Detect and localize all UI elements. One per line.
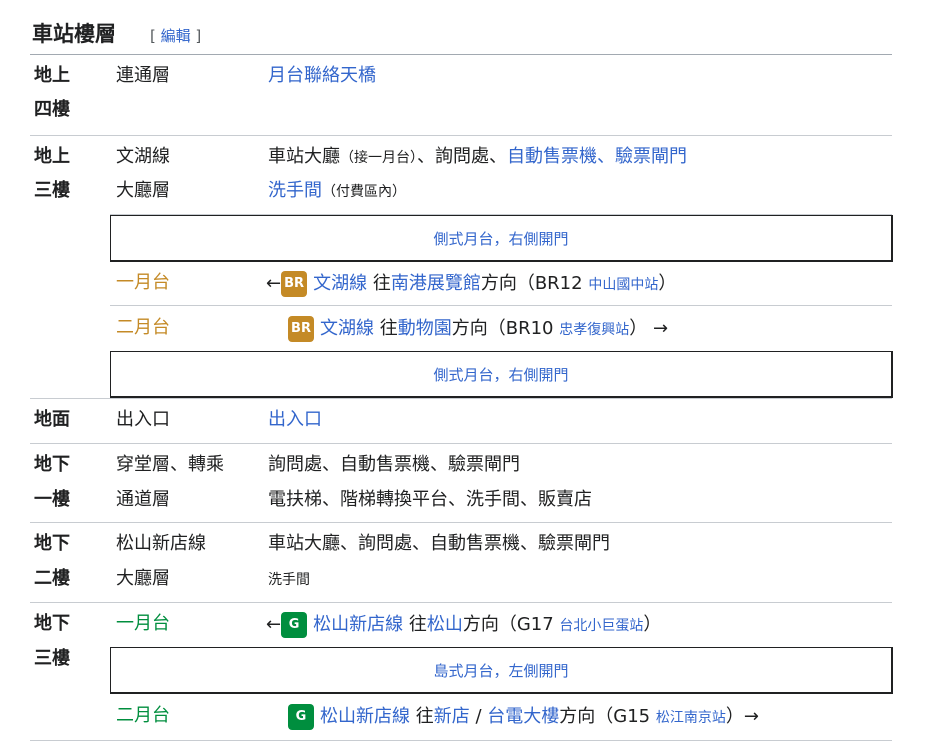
restroom-link[interactable]: 洗手間 — [268, 180, 322, 201]
direction-prefix: 往 — [408, 614, 427, 635]
row-divider — [30, 740, 892, 741]
row-divider — [30, 135, 892, 136]
platform-b3-1-direction: ← G 松山新店線 往松山方向（G17 台北小巨蛋站） — [266, 612, 661, 638]
platform-2-label: 二月台 — [116, 317, 170, 338]
paren-close: ） — [629, 318, 648, 339]
floor-3f-type: 大廳層 — [116, 180, 170, 201]
songshan-link[interactable]: 松山 — [427, 614, 463, 635]
next-station-link[interactable]: 松江南京站 — [656, 710, 726, 726]
row-divider — [30, 522, 892, 523]
direction-suffix: 方向（G15 — [559, 706, 651, 727]
wenhu-line-link[interactable]: 文湖線 — [320, 318, 374, 339]
direction-prefix: 往 — [372, 273, 391, 294]
paren-close: ） — [643, 614, 662, 635]
br-line-badge-icon: BR — [288, 316, 314, 342]
floor-4f-type: 連通層 — [116, 65, 170, 86]
platform-b3-2-direction: G 松山新店線 往新店 / 台電大樓方向（G15 松江南京站）→ — [288, 704, 759, 730]
row-divider — [110, 305, 892, 306]
next-station-link[interactable]: 中山國中站 — [588, 277, 658, 293]
slash-separator: / — [475, 706, 482, 727]
floor-3f-facilities-1: 車站大廳（接一月台）、詢問處、自動售票機、驗票閘門 — [268, 145, 687, 170]
floor-label-b1-line2: 一樓 — [34, 489, 70, 510]
heading-divider — [30, 54, 892, 55]
concourse-text: 車站大廳 — [268, 146, 340, 167]
floor-label-b2-line2: 二樓 — [34, 568, 70, 589]
songshan-xindian-line-link[interactable]: 松山新店線 — [313, 614, 403, 635]
platform-box-label: 側式月台，右側開門 — [433, 365, 569, 384]
taipower-building-link[interactable]: 台電大樓 — [487, 706, 559, 727]
floor-label-b3-line1: 地下 — [34, 613, 70, 634]
floor-b2-facilities-1: 車站大廳、詢問處、自動售票機、驗票閘門 — [268, 533, 610, 554]
arrow-left-icon: ← — [266, 273, 282, 294]
platform-box-side-1: 側式月台，右側開門 — [110, 215, 893, 262]
floor-label-ground: 地面 — [34, 409, 70, 430]
platform-b3-1-label: 一月台 — [116, 613, 170, 634]
floor-b1-facilities-2: 電扶梯、階梯轉換平台、洗手間、販賣店 — [268, 489, 592, 510]
floor-3f-facilities-2: 洗手間（付費區內） — [268, 179, 406, 204]
platform-1-label: 一月台 — [116, 272, 170, 293]
floor-b1-facilities-1: 詢問處、自動售票機、驗票閘門 — [268, 454, 520, 475]
platform-box-label: 島式月台，左側開門 — [433, 661, 569, 680]
floor-label-b1-line1: 地下 — [34, 454, 70, 475]
next-station-link[interactable]: 台北小巨蛋站 — [559, 618, 643, 634]
floor-label-4f-line1: 地上 — [34, 65, 70, 86]
platform-b3-2-label: 二月台 — [116, 705, 170, 726]
floor-label-3f-line2: 三樓 — [34, 180, 70, 201]
floor-b1-type-1: 穿堂層、轉乘 — [116, 454, 224, 475]
floor-label-4f-line2: 四樓 — [34, 99, 70, 120]
ticket-machine-link[interactable]: 自動售票機 — [507, 146, 597, 167]
direction-suffix: 方向（BR12 — [480, 273, 583, 294]
xindian-link[interactable]: 新店 — [434, 706, 470, 727]
edit-link[interactable]: 編輯 — [161, 27, 191, 45]
platform-box-island: 島式月台，左側開門 — [110, 647, 893, 694]
skybridge-link[interactable]: 月台聯絡天橋 — [268, 64, 376, 88]
row-divider — [30, 398, 892, 399]
next-station-link[interactable]: 忠孝復興站 — [559, 322, 629, 338]
floor-b2-facilities-2: 洗手間 — [268, 572, 310, 588]
g-line-badge-icon: G — [288, 704, 314, 730]
arrow-left-icon: ← — [266, 614, 282, 635]
direction-prefix: 往 — [379, 318, 398, 339]
g-line-badge-icon: G — [281, 612, 308, 638]
concourse-note: （接一月台） — [340, 150, 417, 166]
platform-2-direction: BR 文湖線 往動物園方向（BR10 忠孝復興站） → — [288, 316, 668, 342]
info-desk-text: 、詢問處、 — [417, 146, 507, 167]
wenhu-line-link[interactable]: 文湖線 — [313, 273, 367, 294]
edit-link-wrapper: [ 編輯 ] — [150, 27, 202, 45]
section-heading: 車站樓層 — [32, 22, 116, 46]
zoo-link[interactable]: 動物園 — [398, 318, 452, 339]
restroom-note: （付費區內） — [322, 184, 406, 200]
exit-link[interactable]: 出入口 — [268, 408, 322, 432]
direction-prefix: 往 — [415, 706, 434, 727]
floor-label-3f-line1: 地上 — [34, 146, 70, 167]
fare-gate-link[interactable]: 驗票閘門 — [615, 146, 687, 167]
paren-close: ） — [658, 273, 677, 294]
paren-close: ） — [725, 706, 744, 727]
floor-b1-type-2: 通道層 — [116, 489, 170, 510]
platform-box-side-2: 側式月台，右側開門 — [110, 351, 893, 398]
platform-1-direction: ← BR 文湖線 往南港展覽館方向（BR12 中山國中站） — [266, 271, 676, 297]
platform-box-label: 側式月台，右側開門 — [433, 229, 569, 248]
direction-suffix: 方向（BR10 — [451, 318, 554, 339]
floor-label-b3-line2: 三樓 — [34, 648, 70, 669]
row-divider — [30, 602, 892, 603]
arrow-right-icon: → — [743, 706, 759, 727]
floor-b2-line-name: 松山新店線 — [116, 533, 206, 554]
floor-ground-type: 出入口 — [116, 409, 170, 430]
floor-label-b2-line1: 地下 — [34, 533, 70, 554]
nangang-link[interactable]: 南港展覽館 — [391, 273, 481, 294]
songshan-xindian-line-link[interactable]: 松山新店線 — [320, 706, 410, 727]
arrow-right-icon: → — [652, 318, 669, 339]
floor-3f-line-name: 文湖線 — [116, 146, 170, 167]
direction-suffix: 方向（G17 — [462, 614, 554, 635]
floor-b2-type: 大廳層 — [116, 568, 170, 589]
br-line-badge-icon: BR — [281, 271, 308, 297]
row-divider — [30, 443, 892, 444]
separator-text: 、 — [597, 146, 615, 167]
